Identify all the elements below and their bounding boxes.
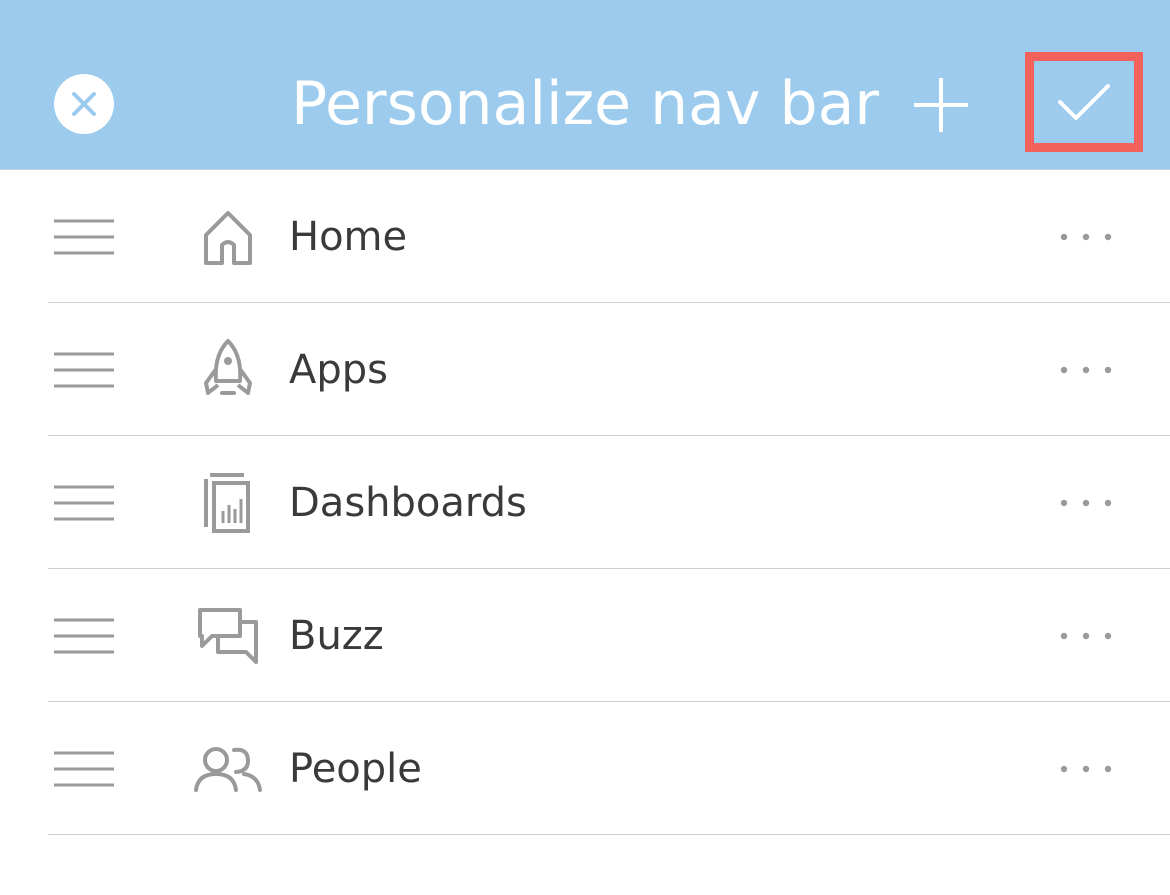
checkmark-icon <box>1058 84 1110 120</box>
drag-handle-icon[interactable] <box>54 351 114 389</box>
dashboard-icon <box>192 467 264 539</box>
drag-handle-icon[interactable] <box>54 218 114 256</box>
item-label: Dashboards <box>289 479 527 526</box>
item-label: Apps <box>289 346 388 393</box>
item-label: Buzz <box>289 612 384 659</box>
item-label: Home <box>289 213 408 260</box>
home-icon <box>192 201 264 273</box>
more-options-icon[interactable] <box>1058 360 1114 380</box>
drag-handle-icon[interactable] <box>54 750 114 788</box>
more-options-icon[interactable] <box>1058 626 1114 646</box>
plus-icon <box>914 78 968 132</box>
item-label: People <box>289 745 422 792</box>
close-icon <box>72 92 96 116</box>
row-divider <box>48 834 1170 835</box>
people-icon <box>192 733 264 805</box>
nav-header: Personalize nav bar <box>0 0 1170 170</box>
list-item: Dashboards <box>0 436 1170 569</box>
more-options-icon[interactable] <box>1058 227 1114 247</box>
list-item: People <box>0 702 1170 835</box>
chat-bubbles-icon <box>192 600 264 672</box>
more-options-icon[interactable] <box>1058 759 1114 779</box>
page-title: Personalize nav bar <box>290 69 880 139</box>
close-button[interactable] <box>54 74 114 134</box>
nav-items-list: Home Apps Dashboards Buzz People <box>0 170 1170 835</box>
more-options-icon[interactable] <box>1058 493 1114 513</box>
list-item: Home <box>0 170 1170 303</box>
rocket-icon <box>192 334 264 406</box>
drag-handle-icon[interactable] <box>54 484 114 522</box>
drag-handle-icon[interactable] <box>54 617 114 655</box>
add-button[interactable] <box>910 74 972 136</box>
done-button[interactable] <box>1025 52 1143 152</box>
list-item: Apps <box>0 303 1170 436</box>
list-item: Buzz <box>0 569 1170 702</box>
